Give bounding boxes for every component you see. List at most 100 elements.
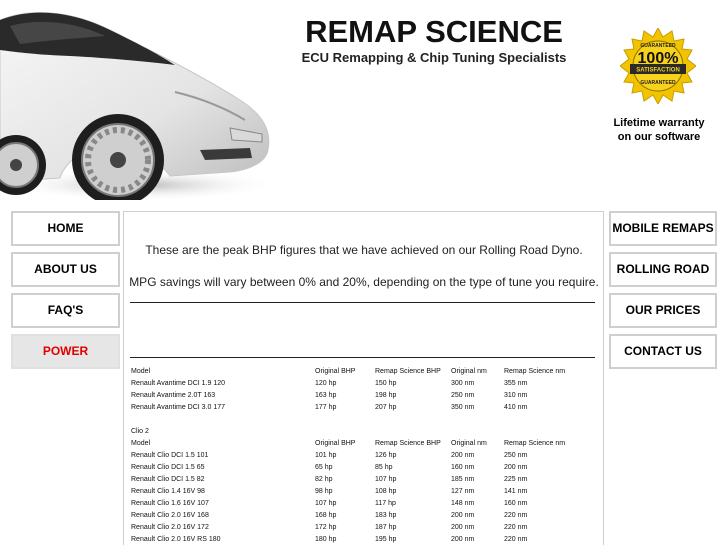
cell-original-bhp: 101 hp [315,452,337,459]
left-navigation: HOME ABOUT US FAQ'S POWER [11,211,120,375]
cell-original-bhp: 98 hp [315,488,333,495]
cell-model: Renault Avantime 2.0T 163 [131,392,216,399]
divider-top [130,302,595,303]
cell-remap-bhp: 108 hp [375,488,397,495]
cell-original-nm: 300 nm [451,380,475,387]
seal-percent: 100% [638,50,679,67]
cell-model: Renault Clio 2.0 16V 172 [131,524,209,531]
avantime-table: Model Original BHP Remap Science BHP Ori… [131,366,565,545]
cell-remap-bhp: 126 hp [375,452,397,459]
intro-text-bhp: These are the peak BHP figures that we h… [145,243,583,257]
nav-rolling-road-button[interactable]: ROLLING ROAD [609,252,717,287]
cell-remap-nm: 220 nm [504,512,528,519]
brand-subtitle: ECU Remapping & Chip Tuning Specialists [301,50,567,65]
cell-model: Renault Clio DCI 1.5 65 [131,464,205,471]
cell-remap-bhp: 207 hp [375,404,397,411]
cell-original-bhp: 107 hp [315,500,337,507]
warranty-note: Lifetime warranty on our software [603,116,715,144]
header-model: Model [131,368,151,375]
header-remap-bhp: Remap Science BHP [375,368,441,375]
header-original-nm: Original nm [451,368,487,375]
car-image [0,12,280,200]
header-original-bhp: Original BHP [315,368,356,375]
cell-original-bhp: 120 hp [315,380,337,387]
power-figures: Model Original BHP Remap Science BHP Ori… [131,366,596,545]
cell-original-nm: 148 nm [451,500,475,507]
intro-text-mpg: MPG savings will vary between 0% and 20%… [129,275,599,289]
cell-model: Renault Avantime DCI 1.9 120 [131,380,226,387]
table-row: Renault Clio 2.0 16V 172 172 hp 187 hp 2… [131,522,565,534]
cell-remap-nm: 141 nm [504,488,528,495]
cell-remap-nm: 310 nm [504,392,528,399]
cell-original-bhp: 172 hp [315,524,337,531]
warranty-line-1: Lifetime warranty [613,117,705,129]
brand-block: REMAP SCIENCE ECU Remapping & Chip Tunin… [289,14,579,66]
nav-our-prices-button[interactable]: OUR PRICES [609,293,717,328]
cell-original-bhp: 177 hp [315,404,337,411]
cell-original-nm: 200 nm [451,452,475,459]
site-header: REMAP SCIENCE ECU Remapping & Chip Tunin… [0,0,727,210]
table-row: Renault Clio 1.4 16V 98 98 hp 108 hp 127… [131,486,565,498]
nav-power-button[interactable]: POWER [11,334,120,369]
seal-label: SATISFACTION [636,68,680,74]
right-navigation: MOBILE REMAPS ROLLING ROAD OUR PRICES CO… [609,211,717,375]
header-original-nm: Original nm [451,440,487,447]
table-row: Renault Clio DCI 1.5 82 82 hp 107 hp 185… [131,474,565,486]
cell-remap-bhp: 85 hp [375,464,393,471]
table-row: Renault Avantime 2.0T 163 163 hp 198 hp … [131,390,565,402]
cell-original-nm: 200 nm [451,512,475,519]
table-row: Renault Clio 2.0 16V RS 180 180 hp 195 h… [131,534,565,545]
seal-bottom-text: GUARANTEED [640,80,676,86]
divider-bottom [130,357,595,358]
cell-original-nm: 127 nm [451,488,475,495]
header-original-bhp: Original BHP [315,440,356,447]
cell-remap-bhp: 198 hp [375,392,397,399]
nav-mobile-remaps-button[interactable]: MOBILE REMAPS [609,211,717,246]
cell-remap-nm: 160 nm [504,500,528,507]
cell-remap-nm: 250 nm [504,452,528,459]
cell-original-bhp: 168 hp [315,512,337,519]
table-row: Renault Avantime DCI 1.9 120 120 hp 150 … [131,378,565,390]
header-remap-bhp: Remap Science BHP [375,440,441,447]
nav-contact-us-button[interactable]: CONTACT US [609,334,717,369]
table-row: Renault Clio 2.0 16V 168 168 hp 183 hp 2… [131,510,565,522]
cell-original-bhp: 82 hp [315,476,333,483]
cell-model: Renault Clio DCI 1.5 101 [131,452,209,459]
cell-original-bhp: 65 hp [315,464,333,471]
cell-remap-nm: 220 nm [504,524,528,531]
header-remap-nm: Remap Science nm [504,368,566,375]
cell-model: Renault Clio 1.6 16V 107 [131,500,209,507]
table-row: Renault Clio DCI 1.5 101 101 hp 126 hp 2… [131,450,565,462]
cell-model: Renault Clio DCI 1.5 82 [131,476,205,483]
cell-remap-nm: 410 nm [504,404,528,411]
nav-about-us-button[interactable]: ABOUT US [11,252,120,287]
nav-faqs-button[interactable]: FAQ'S [11,293,120,328]
cell-original-nm: 185 nm [451,476,475,483]
header-remap-nm: Remap Science nm [504,440,566,447]
cell-remap-bhp: 107 hp [375,476,397,483]
table-header-row: Model Original BHP Remap Science BHP Ori… [131,438,565,450]
cell-remap-nm: 220 nm [504,536,528,543]
cell-remap-bhp: 187 hp [375,524,397,531]
cell-remap-bhp: 195 hp [375,536,397,543]
satisfaction-guarantee-seal: GUARANTEED 100% SATISFACTION GUARANTEED [620,28,696,104]
cell-original-nm: 200 nm [451,536,475,543]
cell-model: Renault Clio 2.0 16V RS 180 [131,536,221,543]
cell-model: Renault Clio 2.0 16V 168 [131,512,209,519]
cell-original-nm: 200 nm [451,524,475,531]
table-row: Renault Clio 1.6 16V 107 107 hp 117 hp 1… [131,498,565,510]
cell-remap-bhp: 150 hp [375,380,397,387]
cell-model: Renault Avantime DCI 3.0 177 [131,404,226,411]
table-row: Renault Avantime DCI 3.0 177 177 hp 207 … [131,402,565,414]
cell-original-bhp: 163 hp [315,392,337,399]
cell-remap-bhp: 183 hp [375,512,397,519]
cell-original-nm: 350 nm [451,404,475,411]
table-row: Renault Clio DCI 1.5 65 65 hp 85 hp 160 … [131,462,565,474]
brand-title: REMAP SCIENCE [305,14,563,49]
header-model: Model [131,440,151,447]
cell-remap-nm: 200 nm [504,464,528,471]
warranty-line-2: on our software [617,131,701,143]
cell-original-bhp: 180 hp [315,536,337,543]
nav-home-button[interactable]: HOME [11,211,120,246]
cell-remap-nm: 355 nm [504,380,528,387]
